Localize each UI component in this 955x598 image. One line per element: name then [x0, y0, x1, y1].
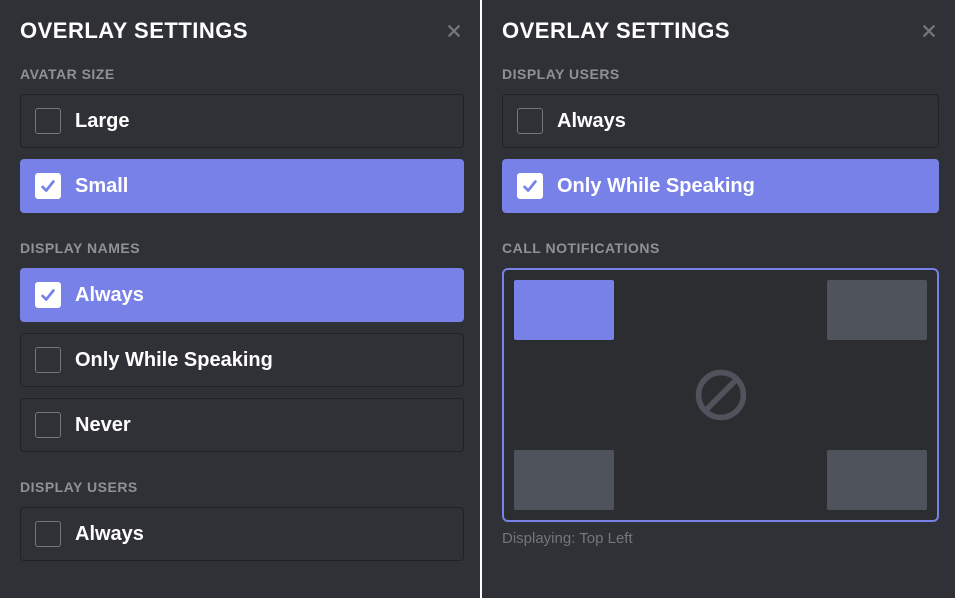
section-label-avatar-size: AVATAR SIZE [20, 66, 464, 82]
option-users-speaking[interactable]: Only While Speaking [502, 159, 939, 213]
checkbox [35, 412, 61, 438]
option-users-always-left[interactable]: Always [20, 507, 464, 561]
option-label: Always [75, 523, 144, 546]
position-top-left[interactable] [514, 280, 614, 340]
option-label: Only While Speaking [75, 349, 273, 372]
prohibited-icon [614, 340, 827, 450]
option-label: Always [557, 110, 626, 133]
close-icon [445, 22, 463, 40]
option-users-always-right[interactable]: Always [502, 94, 939, 148]
close-button[interactable] [919, 21, 939, 41]
option-names-speaking[interactable]: Only While Speaking [20, 333, 464, 387]
position-top-right[interactable] [827, 280, 927, 340]
option-label: Small [75, 175, 128, 198]
option-names-never[interactable]: Never [20, 398, 464, 452]
section-label-call-notifications: CALL NOTIFICATIONS [502, 240, 939, 256]
position-bottom-left[interactable] [514, 450, 614, 510]
position-bottom-right[interactable] [827, 450, 927, 510]
section-label-display-names: DISPLAY NAMES [20, 240, 464, 256]
panel-title: OVERLAY SETTINGS [20, 18, 248, 44]
option-names-always[interactable]: Always [20, 268, 464, 322]
checkbox [517, 108, 543, 134]
option-label: Never [75, 414, 131, 437]
overlay-settings-panel-right: OVERLAY SETTINGS DISPLAY USERS Always On… [482, 0, 955, 598]
checkbox [35, 347, 61, 373]
checkbox [517, 173, 543, 199]
panel-header: OVERLAY SETTINGS [20, 18, 464, 44]
section-label-display-users: DISPLAY USERS [20, 479, 464, 495]
checkbox [35, 173, 61, 199]
section-label-display-users: DISPLAY USERS [502, 66, 939, 82]
option-avatar-large[interactable]: Large [20, 94, 464, 148]
option-avatar-small[interactable]: Small [20, 159, 464, 213]
option-label: Only While Speaking [557, 175, 755, 198]
checkbox [35, 108, 61, 134]
call-notifications-position-picker [502, 268, 939, 522]
option-label: Always [75, 284, 144, 307]
checkbox [35, 282, 61, 308]
option-label: Large [75, 110, 129, 133]
panel-title: OVERLAY SETTINGS [502, 18, 730, 44]
call-notifications-caption: Displaying: Top Left [502, 530, 939, 547]
close-button[interactable] [444, 21, 464, 41]
overlay-settings-panel-left: OVERLAY SETTINGS AVATAR SIZE Large Small… [0, 0, 480, 598]
checkbox [35, 521, 61, 547]
close-icon [920, 22, 938, 40]
panel-header: OVERLAY SETTINGS [502, 18, 939, 44]
